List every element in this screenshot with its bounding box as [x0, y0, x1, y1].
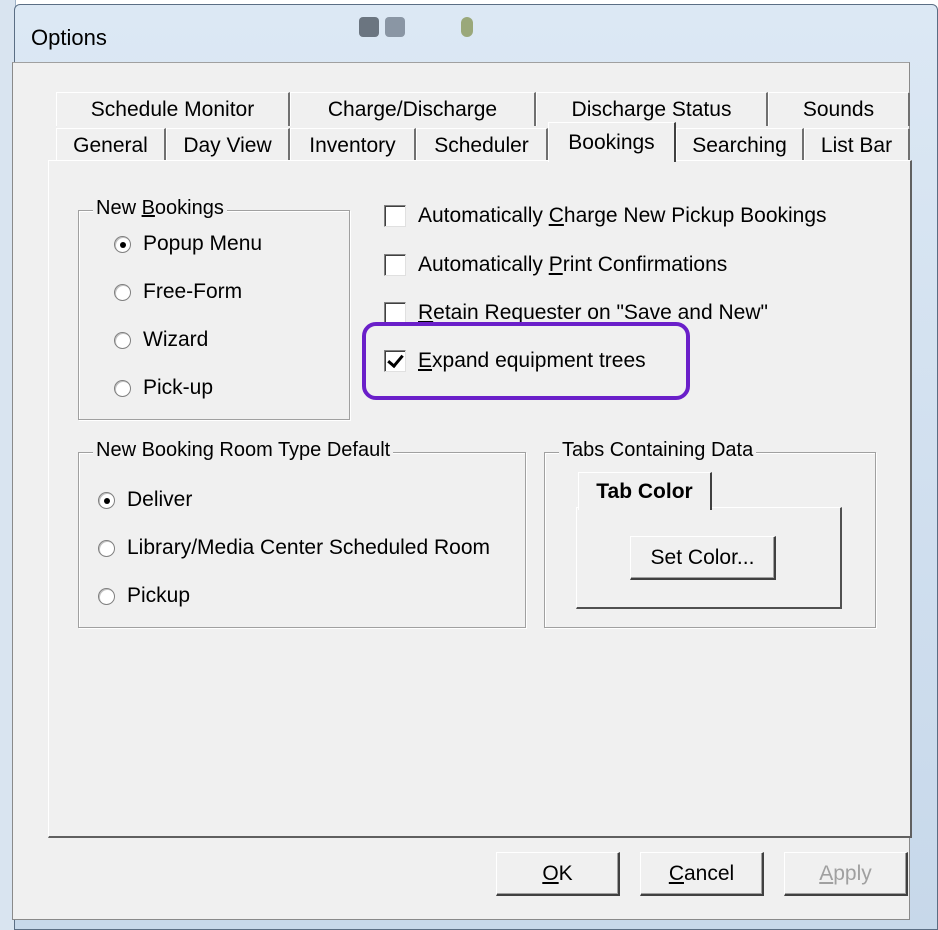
radio-library-media-center[interactable]: Library/Media Center Scheduled Room: [98, 536, 490, 560]
tab-label: Sounds: [802, 97, 875, 121]
checkbox[interactable]: [384, 205, 406, 227]
button-label: OK: [542, 861, 573, 885]
radio-popup-menu[interactable]: Popup Menu: [114, 232, 262, 256]
checkbox[interactable]: [384, 254, 406, 276]
tab-discharge-status[interactable]: Discharge Status: [536, 92, 768, 126]
room-type-label: New Booking Room Type Default: [93, 439, 394, 462]
tab-bookings[interactable]: Bookings: [548, 122, 676, 162]
radio-button[interactable]: [114, 283, 131, 301]
checkbox[interactable]: [384, 302, 406, 324]
tab-label: Bookings: [568, 130, 655, 154]
radio-deliver[interactable]: Deliver: [98, 488, 192, 512]
radio-button[interactable]: [98, 587, 115, 605]
radio-button[interactable]: [98, 539, 115, 557]
tab-label: Inventory: [309, 133, 396, 157]
tab-label: Scheduler: [434, 133, 529, 157]
checkbox-label: Automatically Charge New Pickup Bookings: [418, 204, 827, 227]
ok-button[interactable]: OK: [496, 852, 620, 896]
tab-label: Schedule Monitor: [90, 97, 255, 121]
radio-label: Free-Form: [143, 280, 243, 303]
checkbox-label: Expand equipment trees: [418, 349, 646, 372]
radio-pickup[interactable]: Pickup: [98, 584, 190, 608]
button-label: Set Color...: [650, 545, 755, 569]
tab-label: Charge/Discharge: [327, 97, 498, 121]
radio-label: Library/Media Center Scheduled Room: [127, 536, 491, 559]
tab-color-label: Tab Color: [596, 479, 693, 503]
tab-general[interactable]: General: [56, 128, 166, 162]
radio-free-form[interactable]: Free-Form: [114, 280, 242, 304]
radio-label: Deliver: [127, 488, 193, 511]
title-bar[interactable]: Options: [15, 5, 937, 67]
radio-label: Pick-up: [143, 376, 214, 399]
checkbox-auto-charge-pickup[interactable]: Automatically Charge New Pickup Bookings: [384, 204, 827, 228]
button-label: Apply: [819, 861, 872, 885]
tab-sounds[interactable]: Sounds: [768, 92, 910, 126]
radio-button[interactable]: [114, 379, 131, 397]
titlebar-app-icon: [385, 17, 405, 37]
radio-button[interactable]: [98, 491, 115, 509]
radio-label: Popup Menu: [143, 232, 263, 255]
titlebar-app-icon: [461, 17, 473, 37]
window-title: Options: [31, 25, 107, 50]
tab-label: Day View: [183, 133, 272, 157]
tab-searching[interactable]: Searching: [676, 128, 804, 162]
tab-charge-discharge[interactable]: Charge/Discharge: [290, 92, 536, 126]
radio-wizard[interactable]: Wizard: [114, 328, 208, 352]
radio-pick-up[interactable]: Pick-up: [114, 376, 213, 400]
checkbox-auto-print-confirmations[interactable]: Automatically Print Confirmations: [384, 253, 727, 277]
tab-label: List Bar: [820, 133, 893, 157]
tab-label: Searching: [692, 133, 787, 157]
titlebar-app-icon: [359, 17, 379, 37]
tab-label: General: [73, 133, 148, 157]
tab-label: Discharge Status: [571, 97, 732, 121]
new-bookings-label: New Bookings: [93, 197, 227, 220]
radio-label: Wizard: [143, 328, 209, 351]
tab-list-bar[interactable]: List Bar: [804, 128, 910, 162]
checkbox-label: Automatically Print Confirmations: [418, 253, 728, 276]
radio-label: Pickup: [127, 584, 191, 607]
apply-button[interactable]: Apply: [784, 852, 908, 896]
tab-inventory[interactable]: Inventory: [290, 128, 416, 162]
tab-color-tab[interactable]: Tab Color: [578, 472, 712, 510]
tab-day-view[interactable]: Day View: [166, 128, 290, 162]
titlebar-decoration: [345, 13, 475, 43]
tab-schedule-monitor[interactable]: Schedule Monitor: [56, 92, 290, 126]
radio-button[interactable]: [114, 235, 131, 253]
radio-button[interactable]: [114, 331, 131, 349]
tabs-containing-data-label: Tabs Containing Data: [559, 439, 757, 462]
tab-scheduler[interactable]: Scheduler: [416, 128, 548, 162]
checkbox[interactable]: [384, 350, 406, 372]
set-color-button[interactable]: Set Color...: [630, 536, 776, 580]
cancel-button[interactable]: Cancel: [640, 852, 764, 896]
button-label: Cancel: [668, 861, 735, 885]
checkbox-expand-equipment-trees[interactable]: Expand equipment trees: [384, 349, 646, 373]
